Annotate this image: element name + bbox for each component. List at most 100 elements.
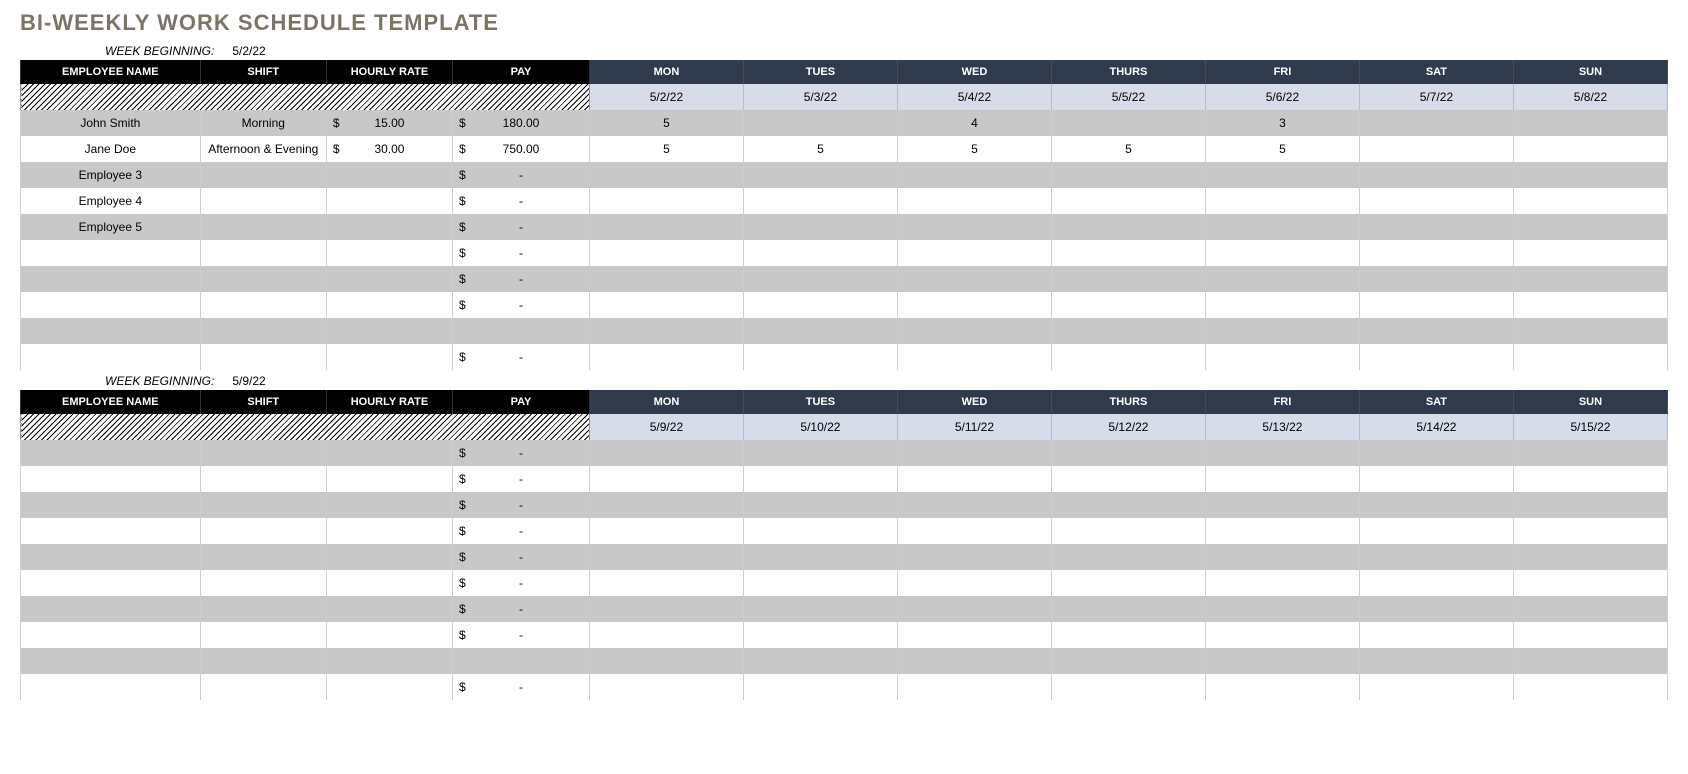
employee-name-cell[interactable]: Employee 4 — [21, 188, 201, 214]
hours-cell[interactable] — [589, 440, 743, 466]
employee-name-cell[interactable] — [21, 622, 201, 648]
hours-cell[interactable] — [1359, 188, 1513, 214]
hours-cell[interactable] — [1051, 214, 1205, 240]
hourly-rate-cell[interactable] — [326, 622, 452, 648]
date-cell[interactable]: 5/7/22 — [1359, 84, 1513, 110]
hours-cell[interactable] — [1359, 344, 1513, 370]
employee-name-cell[interactable] — [21, 240, 201, 266]
pay-cell[interactable]: $- — [453, 518, 590, 544]
hours-cell[interactable]: 5 — [1205, 136, 1359, 162]
hourly-rate-cell[interactable] — [326, 596, 452, 622]
date-cell[interactable]: 5/8/22 — [1513, 84, 1667, 110]
hours-cell[interactable]: 4 — [897, 110, 1051, 136]
pay-cell[interactable]: $- — [453, 544, 590, 570]
hours-cell[interactable] — [1359, 492, 1513, 518]
hours-cell[interactable] — [1359, 110, 1513, 136]
hours-cell[interactable] — [897, 188, 1051, 214]
hours-cell[interactable] — [897, 492, 1051, 518]
hours-cell[interactable] — [743, 240, 897, 266]
hours-cell[interactable] — [589, 466, 743, 492]
hours-cell[interactable] — [743, 596, 897, 622]
shift-cell[interactable] — [200, 492, 326, 518]
hours-cell[interactable] — [1051, 492, 1205, 518]
hours-cell[interactable] — [1513, 318, 1667, 344]
shift-cell[interactable] — [200, 570, 326, 596]
hours-cell[interactable] — [743, 518, 897, 544]
shift-cell[interactable] — [200, 266, 326, 292]
hours-cell[interactable] — [1051, 648, 1205, 674]
hours-cell[interactable] — [897, 622, 1051, 648]
hours-cell[interactable] — [1513, 240, 1667, 266]
hourly-rate-cell[interactable] — [326, 240, 452, 266]
hours-cell[interactable] — [589, 596, 743, 622]
hours-cell[interactable] — [743, 318, 897, 344]
hours-cell[interactable] — [1205, 318, 1359, 344]
hours-cell[interactable] — [743, 214, 897, 240]
hours-cell[interactable] — [1051, 292, 1205, 318]
hours-cell[interactable]: 5 — [1051, 136, 1205, 162]
hours-cell[interactable] — [1205, 492, 1359, 518]
hours-cell[interactable] — [1051, 440, 1205, 466]
hours-cell[interactable] — [897, 240, 1051, 266]
hours-cell[interactable] — [743, 622, 897, 648]
hours-cell[interactable] — [897, 266, 1051, 292]
hours-cell[interactable] — [743, 648, 897, 674]
hours-cell[interactable] — [1051, 240, 1205, 266]
hours-cell[interactable]: 3 — [1205, 110, 1359, 136]
employee-name-cell[interactable] — [21, 318, 201, 344]
hours-cell[interactable] — [743, 466, 897, 492]
pay-cell[interactable]: $- — [453, 344, 590, 370]
employee-name-cell[interactable] — [21, 466, 201, 492]
shift-cell[interactable] — [200, 440, 326, 466]
hours-cell[interactable]: 5 — [743, 136, 897, 162]
hours-cell[interactable] — [1051, 344, 1205, 370]
hours-cell[interactable] — [1051, 110, 1205, 136]
hours-cell[interactable] — [1359, 518, 1513, 544]
date-cell[interactable]: 5/2/22 — [589, 84, 743, 110]
hours-cell[interactable] — [743, 544, 897, 570]
hourly-rate-cell[interactable] — [326, 440, 452, 466]
hours-cell[interactable] — [743, 440, 897, 466]
hourly-rate-cell[interactable]: $30.00 — [326, 136, 452, 162]
shift-cell[interactable] — [200, 214, 326, 240]
pay-cell[interactable]: $- — [453, 214, 590, 240]
hours-cell[interactable] — [1359, 240, 1513, 266]
hourly-rate-cell[interactable] — [326, 648, 452, 674]
hours-cell[interactable] — [1205, 292, 1359, 318]
hours-cell[interactable] — [1359, 440, 1513, 466]
shift-cell[interactable] — [200, 240, 326, 266]
hours-cell[interactable] — [589, 648, 743, 674]
hourly-rate-cell[interactable]: $15.00 — [326, 110, 452, 136]
shift-cell[interactable]: Morning — [200, 110, 326, 136]
hours-cell[interactable] — [1205, 188, 1359, 214]
hours-cell[interactable] — [897, 344, 1051, 370]
hours-cell[interactable] — [1205, 344, 1359, 370]
date-cell[interactable]: 5/10/22 — [743, 414, 897, 440]
hours-cell[interactable] — [743, 266, 897, 292]
hours-cell[interactable] — [589, 266, 743, 292]
hours-cell[interactable] — [743, 188, 897, 214]
hours-cell[interactable] — [1205, 674, 1359, 700]
pay-cell[interactable]: $- — [453, 674, 590, 700]
hours-cell[interactable] — [1513, 344, 1667, 370]
hours-cell[interactable]: 5 — [589, 136, 743, 162]
employee-name-cell[interactable] — [21, 570, 201, 596]
hours-cell[interactable] — [589, 292, 743, 318]
hours-cell[interactable] — [589, 544, 743, 570]
hours-cell[interactable] — [589, 318, 743, 344]
hours-cell[interactable] — [743, 570, 897, 596]
hours-cell[interactable] — [1359, 648, 1513, 674]
employee-name-cell[interactable]: Jane Doe — [21, 136, 201, 162]
shift-cell[interactable] — [200, 674, 326, 700]
hours-cell[interactable] — [1205, 240, 1359, 266]
hours-cell[interactable] — [1359, 162, 1513, 188]
hours-cell[interactable] — [897, 648, 1051, 674]
hourly-rate-cell[interactable] — [326, 674, 452, 700]
hours-cell[interactable] — [1513, 292, 1667, 318]
hours-cell[interactable]: 5 — [589, 110, 743, 136]
hours-cell[interactable] — [897, 440, 1051, 466]
hours-cell[interactable] — [1513, 596, 1667, 622]
employee-name-cell[interactable]: Employee 5 — [21, 214, 201, 240]
hours-cell[interactable] — [589, 240, 743, 266]
hours-cell[interactable] — [897, 162, 1051, 188]
